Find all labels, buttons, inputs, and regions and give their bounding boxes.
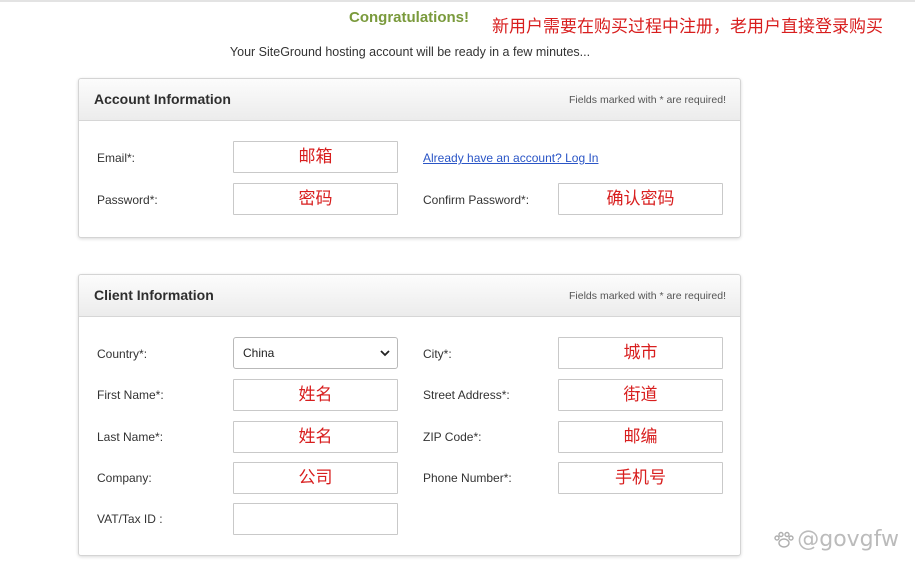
password-field-value: 密码 [298, 189, 333, 209]
client-information-panel: Client Information Fields marked with * … [78, 274, 741, 556]
paw-icon [774, 531, 794, 548]
first-name-field-value: 姓名 [298, 385, 333, 405]
watermark-text: @govgfw [797, 527, 899, 552]
last-name-field[interactable]: 姓名 [233, 421, 398, 453]
client-panel-title: Client Information [94, 287, 214, 303]
required-fields-note: Fields marked with * are required! [569, 290, 726, 302]
zip-code-label: ZIP Code*: [423, 430, 482, 444]
confirm-password-field-value: 确认密码 [606, 189, 675, 209]
city-label: City*: [423, 347, 452, 361]
street-address-label: Street Address*: [423, 388, 510, 402]
confirm-password-label: Confirm Password*: [423, 193, 530, 207]
email-label: Email*: [97, 151, 136, 165]
client-panel-header: Client Information Fields marked with * … [79, 275, 740, 317]
phone-number-label: Phone Number*: [423, 471, 512, 485]
last-name-label: Last Name*: [97, 430, 164, 444]
login-link[interactable]: Already have an account? Log In [423, 151, 598, 165]
confirm-password-field[interactable]: 确认密码 [558, 183, 723, 215]
required-fields-note: Fields marked with * are required! [569, 94, 726, 106]
phone-number-field-value: 手机号 [615, 468, 666, 488]
password-field[interactable]: 密码 [233, 183, 398, 215]
annotation-note: 新用户需要在购买过程中注册，老用户直接登录购买 [492, 17, 883, 37]
watermark: @govgfw [773, 527, 899, 552]
first-name-field[interactable]: 姓名 [233, 379, 398, 411]
vat-tax-id-field[interactable] [233, 503, 398, 535]
zip-code-field-value: 邮编 [623, 427, 658, 447]
top-divider [0, 0, 915, 2]
congratulations-heading: Congratulations! [349, 9, 469, 26]
city-field-value: 城市 [623, 343, 658, 363]
account-information-panel: Account Information Fields marked with *… [78, 78, 741, 238]
company-field[interactable]: 公司 [233, 462, 398, 494]
company-field-value: 公司 [298, 468, 333, 488]
country-label: Country*: [97, 347, 148, 361]
account-panel-title: Account Information [94, 91, 231, 107]
country-select[interactable]: China [233, 337, 398, 369]
chevron-down-icon [380, 350, 390, 357]
account-ready-message: Your SiteGround hosting account will be … [229, 45, 591, 59]
country-select-value: China [243, 346, 275, 360]
email-field[interactable]: 邮箱 [233, 141, 398, 173]
street-address-field[interactable]: 街道 [558, 379, 723, 411]
email-field-value: 邮箱 [298, 147, 333, 167]
vat-tax-id-label: VAT/Tax ID : [97, 512, 163, 526]
phone-number-field[interactable]: 手机号 [558, 462, 723, 494]
street-address-field-value: 街道 [623, 385, 658, 405]
last-name-field-value: 姓名 [298, 427, 333, 447]
first-name-label: First Name*: [97, 388, 164, 402]
company-label: Company: [97, 471, 152, 485]
city-field[interactable]: 城市 [558, 337, 723, 369]
password-label: Password*: [97, 193, 158, 207]
zip-code-field[interactable]: 邮编 [558, 421, 723, 453]
account-panel-header: Account Information Fields marked with *… [79, 79, 740, 121]
